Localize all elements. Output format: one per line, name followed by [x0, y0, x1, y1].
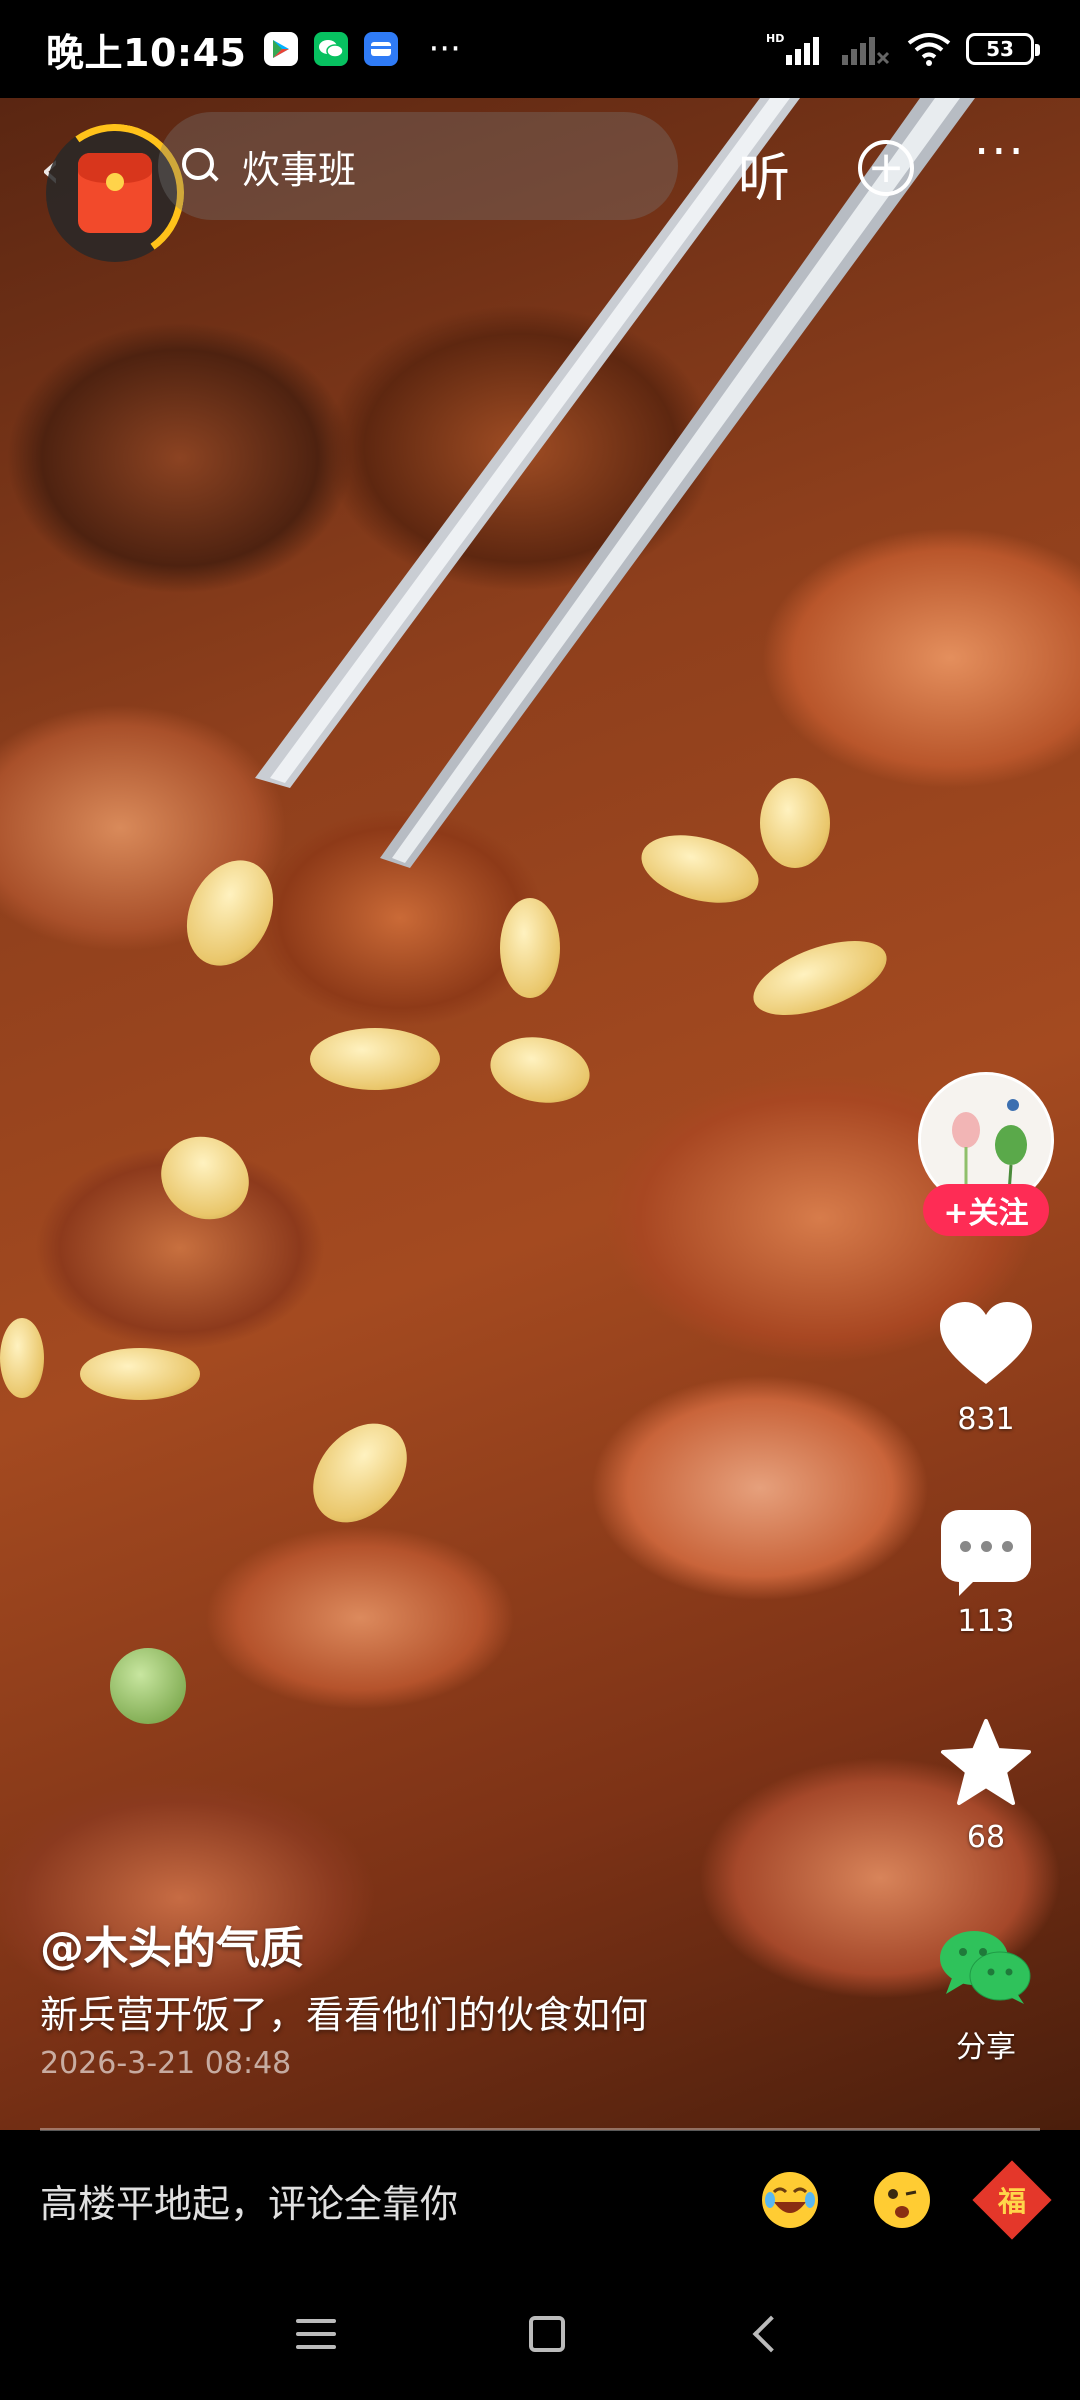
- peanut: [500, 898, 560, 998]
- wechat-share-icon: [940, 1931, 1031, 2004]
- home-icon[interactable]: [528, 2316, 565, 2352]
- comment-count: 113: [957, 1604, 1015, 1639]
- search-icon: [180, 146, 220, 186]
- laughing-emoji-icon[interactable]: [760, 2170, 820, 2230]
- like-action[interactable]: 831: [918, 1300, 1054, 1437]
- fu-red-envelope-icon[interactable]: 福: [972, 2160, 1052, 2240]
- card-app-icon: [364, 32, 399, 66]
- heart-icon: [940, 1302, 1032, 1384]
- wechat-icon: [314, 32, 349, 66]
- battery-indicator: 53: [966, 33, 1040, 65]
- winking-emoji-icon[interactable]: [872, 2170, 932, 2230]
- peanut: [760, 778, 830, 868]
- status-app-icons: ···: [264, 29, 461, 69]
- system-nav-bar: [0, 2268, 1080, 2400]
- plus-circle-icon[interactable]: +: [858, 140, 914, 196]
- quick-emoji-row: 福: [760, 2160, 1052, 2240]
- search-bar[interactable]: 炊事班: [158, 112, 678, 220]
- comment-input-bar[interactable]: 高楼平地起，评论全靠你 福: [0, 2132, 1080, 2268]
- signal-hd-icon: HD: [766, 32, 819, 65]
- comment-placeholder[interactable]: 高楼平地起，评论全靠你: [40, 2173, 458, 2228]
- back-nav-icon[interactable]: [752, 2315, 790, 2353]
- search-text: 炊事班: [242, 147, 357, 192]
- fu-label: 福: [997, 2184, 1027, 2218]
- star-icon: [941, 1719, 1031, 1805]
- peanut: [0, 1318, 44, 1398]
- favorite-count: 68: [966, 1820, 1006, 1855]
- wifi-icon: [907, 33, 951, 66]
- follow-button[interactable]: +关注: [923, 1184, 1049, 1236]
- red-packet-icon: [78, 153, 152, 233]
- like-count: 831: [957, 1402, 1015, 1437]
- status-more-icon: ···: [428, 29, 461, 69]
- share-action[interactable]: 分享: [918, 1928, 1054, 2066]
- peanut: [310, 1028, 440, 1090]
- more-icon[interactable]: ···: [974, 124, 1026, 180]
- favorite-action[interactable]: 68: [918, 1718, 1054, 1855]
- comment-icon: [941, 1510, 1031, 1596]
- status-indicators: HD 53: [766, 31, 1040, 67]
- comment-action[interactable]: 113: [918, 1510, 1054, 1639]
- video-description: 新兵营开饭了，看看他们的伙食如何: [40, 1993, 649, 2037]
- top-bar: ‹ 炊事班 听 + ···: [0, 98, 1080, 273]
- share-label: 分享: [956, 2030, 1016, 2065]
- status-bar: 晚上10:45 ··· HD 53: [0, 0, 1080, 98]
- svg-text:HD: HD: [766, 32, 784, 45]
- recent-apps-icon[interactable]: [296, 2319, 337, 2349]
- video-progress-bar[interactable]: [40, 2128, 1040, 2131]
- post-date: 2026-3-21 08:48: [40, 2046, 292, 2081]
- author-name[interactable]: @木头的气质: [40, 1912, 304, 1976]
- peanut: [80, 1348, 200, 1400]
- signal-weak-icon: [842, 37, 890, 65]
- status-time: 晚上10:45: [46, 30, 247, 75]
- peanut: [110, 1648, 186, 1724]
- listen-button[interactable]: 听: [738, 136, 790, 211]
- play-store-icon: [264, 32, 299, 66]
